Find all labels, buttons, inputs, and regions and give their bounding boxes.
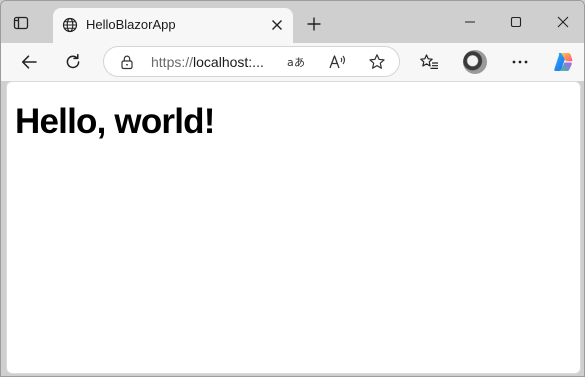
tab-active[interactable]: HelloBlazorApp: [53, 8, 293, 43]
profile-button[interactable]: [463, 50, 487, 74]
tab-actions-icon: [13, 16, 29, 30]
maximize-icon: [510, 16, 522, 28]
svg-text:a: a: [287, 56, 294, 69]
translate-icon: a あ: [287, 56, 305, 69]
read-aloud-icon: [329, 55, 346, 69]
back-arrow-icon: [21, 55, 37, 69]
copilot-icon: [554, 53, 573, 71]
tab-strip: HelloBlazorApp: [1, 1, 584, 43]
close-icon: [557, 16, 569, 28]
close-icon: [272, 20, 282, 30]
star-icon: [369, 54, 385, 69]
favorites-icon: [420, 54, 438, 69]
tab-close-button[interactable]: [269, 17, 285, 33]
refresh-icon: [66, 53, 80, 69]
url-text[interactable]: https://localhost:...: [151, 54, 264, 70]
favorites-button[interactable]: [418, 51, 440, 73]
page-viewport: Hello, world!: [6, 81, 581, 374]
address-bar[interactable]: https://localhost:... a あ: [103, 46, 400, 77]
browser-window: HelloBlazorApp https://localhost:... a あ…: [0, 0, 585, 377]
translate-button[interactable]: a あ: [287, 53, 307, 71]
minimize-icon: [465, 21, 475, 23]
close-window-button[interactable]: [551, 11, 575, 33]
lock-icon[interactable]: [119, 54, 135, 70]
minimize-button[interactable]: [458, 11, 482, 33]
maximize-button[interactable]: [504, 11, 528, 33]
url-scheme: https://: [151, 54, 194, 70]
back-button[interactable]: [18, 51, 40, 73]
svg-text:あ: あ: [294, 56, 305, 69]
tab-actions-button[interactable]: [11, 13, 31, 33]
add-favorite-button[interactable]: [367, 53, 387, 71]
copilot-button[interactable]: [552, 51, 574, 73]
browser-toolbar: https://localhost:... a あ: [1, 43, 584, 81]
more-icon: [512, 60, 528, 64]
read-aloud-button[interactable]: [328, 53, 348, 71]
refresh-button[interactable]: [62, 51, 84, 73]
new-tab-button[interactable]: [304, 14, 324, 34]
page-title: Hello, world!: [15, 102, 215, 141]
tab-title: HelloBlazorApp: [86, 17, 176, 32]
globe-icon: [62, 17, 78, 33]
avatar: [463, 50, 487, 74]
url-host: localhost:...: [193, 54, 264, 70]
more-button[interactable]: [509, 51, 531, 73]
plus-icon: [307, 17, 321, 31]
